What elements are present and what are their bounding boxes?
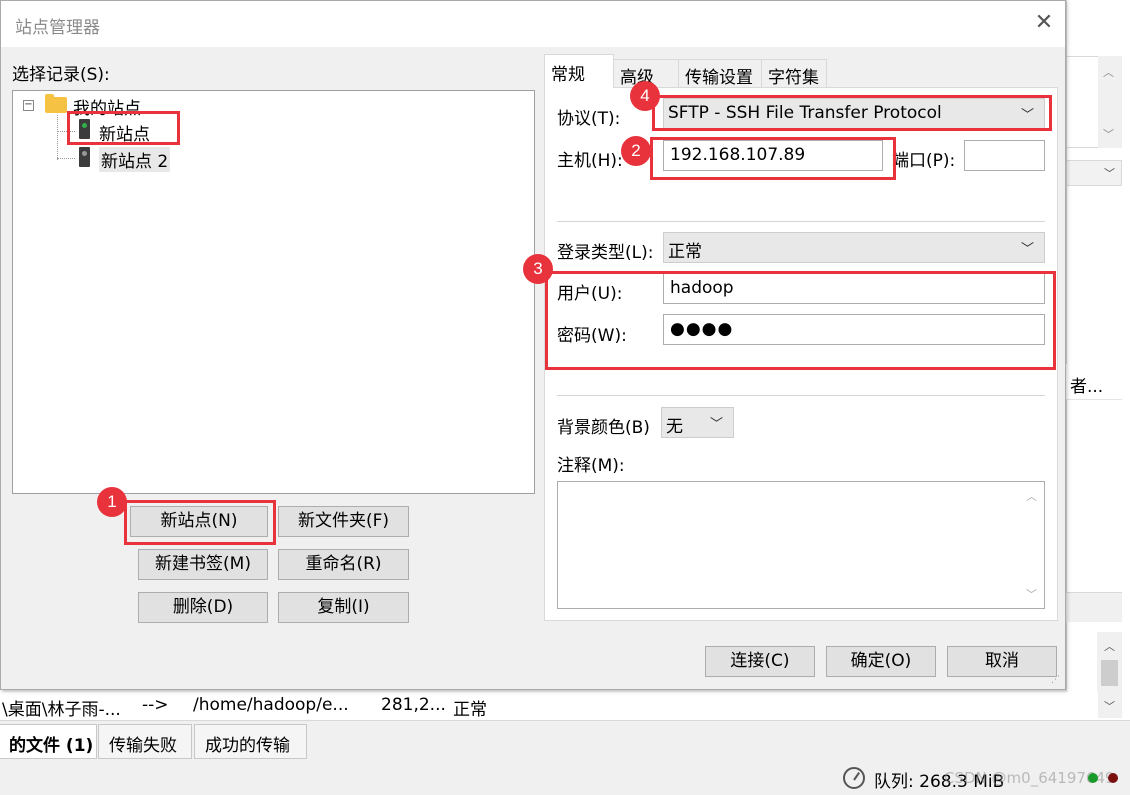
step-badge-3: 3	[523, 254, 553, 284]
tree-connector	[57, 158, 75, 159]
tree-item-new-site-2[interactable]: 新站点 2	[99, 147, 171, 172]
background-path-combo[interactable]: ﹀	[1066, 160, 1122, 186]
server-icon	[79, 147, 90, 167]
close-icon[interactable]: ✕	[1031, 10, 1057, 36]
collapse-icon[interactable]: −	[23, 100, 34, 111]
tree-connector	[57, 115, 58, 160]
queue-priority: 正常	[453, 700, 487, 720]
queue-tabs: 的文件 (1) 传输失败 成功的传输	[0, 720, 1130, 760]
chevron-down-icon: ﹀	[1020, 242, 1034, 257]
connect-button[interactable]: 连接(C)	[705, 646, 815, 677]
dialog-title: 站点管理器	[15, 18, 100, 38]
send-led-icon	[1108, 773, 1118, 783]
logon-type-select[interactable]: 正常 ﹀	[663, 232, 1045, 263]
highlight-new-site-button	[124, 500, 276, 545]
divider	[557, 221, 1045, 222]
bg-color-label: 背景颜色(B)	[557, 418, 650, 438]
scroll-up-icon[interactable]: ︿	[1026, 488, 1037, 504]
tab-failed-transfers[interactable]: 传输失败	[98, 724, 192, 759]
step-badge-1: 1	[97, 487, 127, 517]
port-label: 端口(P):	[892, 151, 956, 171]
background-log-scrollbar[interactable]: ︿ ﹀	[1098, 56, 1122, 148]
background-splitter[interactable]	[1066, 592, 1122, 622]
tab-transfer-settings[interactable]: 传输设置	[678, 59, 762, 88]
tab-successful-transfers[interactable]: 成功的传输	[194, 724, 307, 759]
speed-limit-icon[interactable]	[843, 767, 865, 789]
site-tree[interactable]: − 我的站点 新站点 新站点 2	[12, 90, 535, 494]
queue-local-path: \桌面\林子雨-...	[2, 700, 121, 720]
queue-row[interactable]: \桌面\林子雨-... --> /home/hadoop/e... 281,2.…	[0, 692, 1098, 720]
bg-color-value: 无	[666, 417, 683, 437]
comments-scrollbar[interactable]: ︿ ﹀	[1018, 482, 1044, 608]
background-queue-scrollbar[interactable]: ︿ ﹀	[1097, 632, 1122, 718]
new-folder-button[interactable]: 新文件夹(F)	[278, 506, 409, 537]
new-bookmark-button[interactable]: 新建书签(M)	[138, 549, 268, 580]
logon-type-label: 登录类型(L):	[557, 243, 654, 263]
scroll-down-icon[interactable]: ﹀	[1026, 586, 1037, 602]
scroll-up-icon[interactable]: ︿	[1103, 64, 1114, 80]
chevron-down-icon: ﹀	[709, 417, 723, 432]
queue-remote-path: /home/hadoop/e...	[193, 695, 349, 715]
status-bar: 队列: 268.3 MiB CSDN @m0_64197649	[0, 760, 1130, 795]
tab-queued-files[interactable]: 的文件 (1)	[0, 724, 97, 759]
highlight-protocol	[652, 95, 1052, 131]
resize-grip-icon[interactable]: ⋰	[1051, 675, 1063, 687]
scroll-down-icon[interactable]: ﹀	[1104, 698, 1115, 714]
cancel-button[interactable]: 取消	[947, 646, 1057, 677]
port-field[interactable]	[964, 140, 1045, 171]
rename-button[interactable]: 重命名(R)	[278, 549, 409, 580]
step-badge-4: 4	[630, 81, 660, 111]
highlight-new-site-item	[67, 111, 180, 145]
divider	[557, 395, 1045, 396]
delete-button[interactable]: 删除(D)	[138, 592, 268, 623]
select-entry-label: 选择记录(S):	[12, 65, 110, 85]
dialog-titlebar[interactable]: 站点管理器 ✕	[1, 1, 1065, 47]
scroll-thumb[interactable]	[1101, 660, 1118, 686]
step-badge-2: 2	[621, 136, 651, 166]
highlight-host-field	[650, 137, 896, 180]
receive-led-icon	[1088, 773, 1098, 783]
chevron-down-icon: ﹀	[1104, 167, 1115, 180]
logon-type-value: 正常	[668, 242, 702, 262]
highlight-credentials	[545, 271, 1056, 370]
queue-size: 281,2...	[381, 695, 446, 715]
protocol-label: 协议(T):	[557, 109, 621, 129]
bg-color-select[interactable]: 无 ﹀	[661, 407, 734, 438]
folder-icon	[45, 94, 67, 113]
scroll-down-icon[interactable]: ﹀	[1103, 126, 1114, 142]
copy-button[interactable]: 复制(I)	[278, 592, 409, 623]
queue-direction: -->	[142, 695, 169, 715]
comments-label: 注释(M):	[557, 456, 625, 476]
tab-charset[interactable]: 字符集	[761, 59, 827, 88]
scroll-up-icon[interactable]: ︿	[1104, 638, 1115, 654]
tab-general[interactable]: 常规	[544, 54, 614, 88]
background-column-header[interactable]: 者...	[1066, 364, 1122, 400]
site-manager-dialog: 站点管理器 ✕ 选择记录(S): − 我的站点 新站点 新站点 2 新站点(N)…	[0, 0, 1066, 690]
comments-textarea[interactable]: ︿ ﹀	[557, 481, 1045, 609]
ok-button[interactable]: 确定(O)	[826, 646, 936, 677]
host-label: 主机(H):	[557, 151, 623, 171]
